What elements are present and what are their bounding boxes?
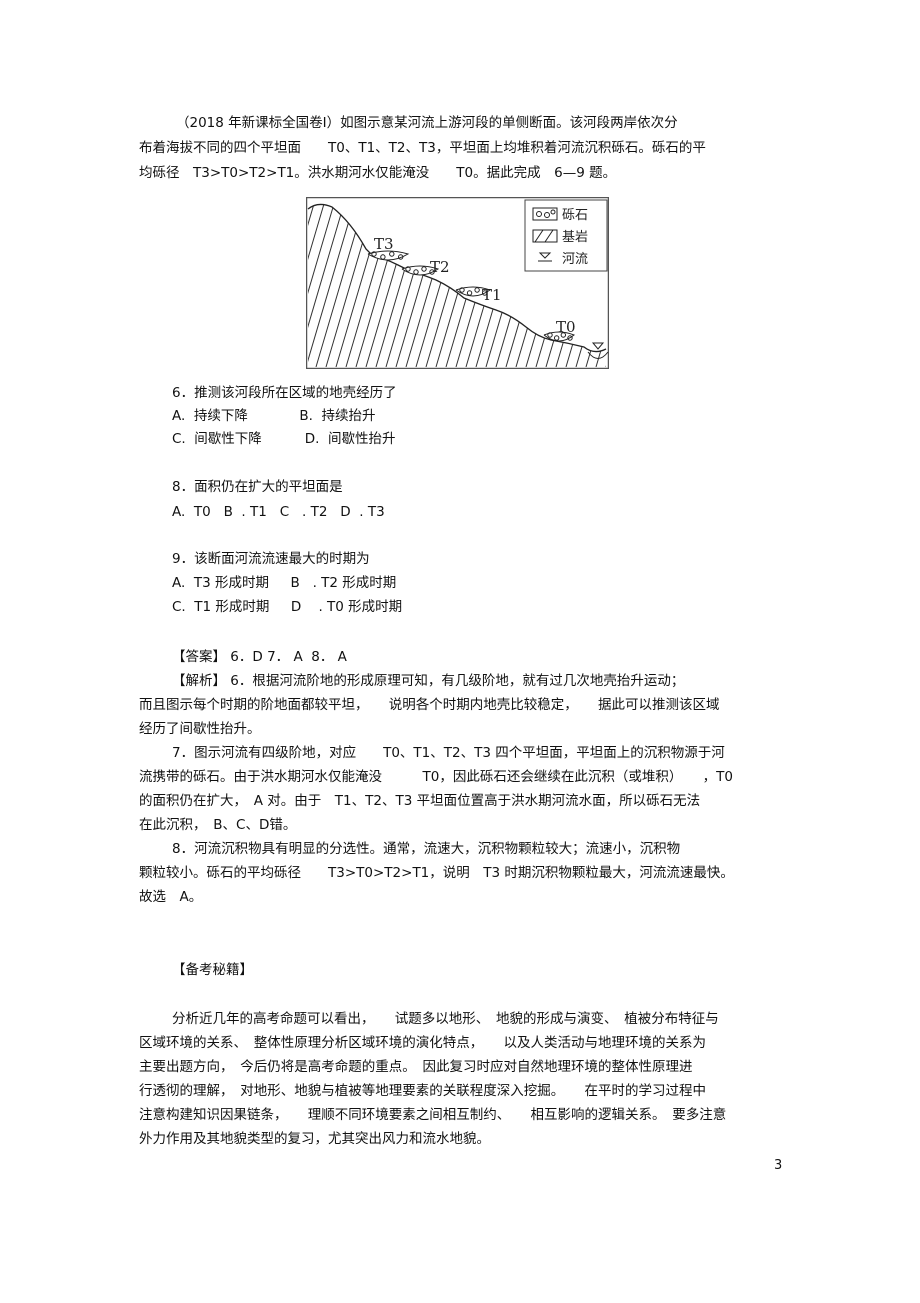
legend-bedrock: 基岩 <box>562 230 588 245</box>
intro-line: （2018 年新课标全国卷Ⅰ）如图示意某河流上游河段的单侧断面。该河段两岸依次分 <box>176 115 678 131</box>
intro-line: 均砾径 T3>T0>T2>T1。洪水期河水仅能淹没 T0。据此完成 6—9 题。 <box>139 165 617 181</box>
tips-line: 外力作用及其地貌类型的复习，尤其突出风力和流水地貌。 <box>139 1131 490 1147</box>
q9-stem: 9．该断面河流流速最大的时期为 <box>172 551 370 567</box>
answer-line: 在此沉积， B、C、D错。 <box>139 817 297 833</box>
tips-line: 注意构建知识因果链条， 理顺不同环境要素之间相互制约、 相互影响的逻辑关系。 要… <box>139 1107 727 1123</box>
document-page: （2018 年新课标全国卷Ⅰ）如图示意某河流上游河段的单侧断面。该河段两岸依次分… <box>0 0 920 1303</box>
q6-options: A. 持续下降 B. 持续抬升 <box>172 408 376 424</box>
answer-line: 经历了间歇性抬升。 <box>139 721 261 737</box>
intro-line: 布着海拔不同的四个平坦面 T0、T1、T2、T3，平坦面上均堆积着河流沉积砾石。… <box>139 140 706 156</box>
river-terrace-diagram: T3 T2 T1 T0 砾石 基岩 河流 <box>306 197 609 369</box>
q9-options: A. T3 形成时期 B . T2 形成时期 <box>172 575 397 591</box>
answer-line: 流携带的砾石。由于洪水期河水仅能淹没 T0，因此砾石还会继续在此沉积（或堆积） … <box>139 769 733 785</box>
page-number: 3 <box>774 1158 783 1173</box>
answer-line: 【解析】 6．根据河流阶地的形成原理可知，有几级阶地，就有过几次地壳抬升运动； <box>172 673 685 689</box>
q6-options: C. 间歇性下降 D. 间歇性抬升 <box>172 431 396 447</box>
answer-line: 故选 A。 <box>139 889 203 905</box>
legend-river: 河流 <box>562 252 588 267</box>
legend: 砾石 基岩 河流 <box>524 199 608 272</box>
q8-options: A. T0 B . T1 C . T2 D . T3 <box>172 504 385 520</box>
tips-title: 【备考秘籍】 <box>172 962 253 978</box>
tips-line: 行透彻的理解， 对地形、地貌与植被等地理要素的关联程度深入挖掘。 在平时的学习过… <box>139 1083 706 1099</box>
answer-line: 颗粒较小。砾石的平均砾径 T3>T0>T2>T1，说明 T3 时期沉积物颗粒最大… <box>139 865 734 881</box>
terrace-label-t2: T2 <box>430 258 450 276</box>
terrace-label-t1: T1 <box>482 286 502 304</box>
terrace-label-t3: T3 <box>374 235 394 253</box>
legend-gravel: 砾石 <box>562 208 588 223</box>
answer-line: 7．图示河流有四级阶地，对应 T0、T1、T2、T3 四个平坦面，平坦面上的沉积… <box>172 745 725 761</box>
answer-line: 8．河流沉积物具有明显的分选性。通常，流速大，沉积物颗粒较大；流速小，沉积物 <box>172 841 681 857</box>
answer-line: 而且图示每个时期的阶地面都较平坦， 说明各个时期内地壳比较稳定， 据此可以推测该… <box>139 697 720 713</box>
q9-options: C. T1 形成时期 D . T0 形成时期 <box>172 599 403 615</box>
terrace-label-t0: T0 <box>556 318 576 336</box>
tips-line: 分析近几年的高考命题可以看出， 试题多以地形、 地貌的形成与演变、 植被分布特征… <box>172 1011 719 1027</box>
tips-line: 区域环境的关系、 整体性原理分析区域环境的演化特点， 以及人类活动与地理环境的关… <box>139 1035 706 1051</box>
answer-line: 【答案】 6．D 7． A 8． A <box>172 649 347 665</box>
q6-stem: 6．推测该河段所在区域的地壳经历了 <box>172 385 397 401</box>
tips-line: 主要出题方向， 今后仍将是高考命题的重点。 因此复习时应对自然地理环境的整体性原… <box>139 1059 693 1075</box>
q8-stem: 8．面积仍在扩大的平坦面是 <box>172 479 343 495</box>
answer-line: 的面积仍在扩大， A 对。由于 T1、T2、T3 平坦面位置高于洪水期河流水面，… <box>139 793 701 809</box>
